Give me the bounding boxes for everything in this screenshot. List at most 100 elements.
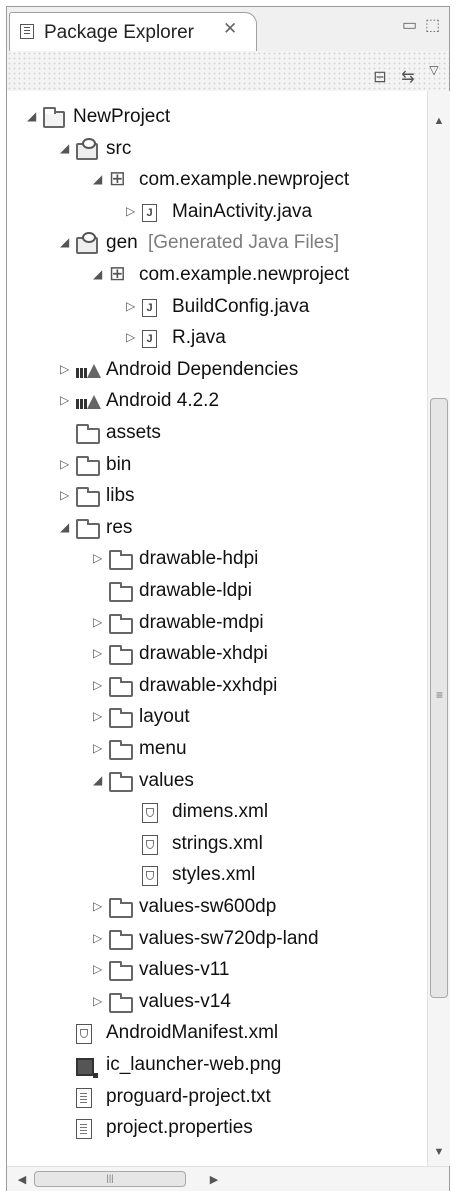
maximize-icon[interactable]: ⬚ — [425, 15, 440, 35]
tree-item[interactable]: ▷ bin — [7, 449, 427, 481]
tree-item[interactable]: ▷ values-v11 — [7, 954, 427, 986]
tab-package-explorer[interactable]: Package Explorer ✕ — [9, 12, 257, 51]
expand-twisty-icon[interactable]: ▷ — [60, 363, 70, 375]
java-file-icon: J — [142, 203, 157, 222]
tree-item[interactable]: ◢ ⊞ com.example.newproject — [7, 164, 427, 196]
horizontal-scrollbar[interactable]: ◀ ||| ▶ — [7, 1166, 449, 1191]
image-file-icon — [76, 1058, 98, 1078]
collapse-twisty-icon[interactable]: ◢ — [60, 236, 70, 248]
folder-icon — [109, 961, 133, 982]
tree-item[interactable]: ◢ src — [7, 133, 427, 165]
tree-item[interactable]: ▷ Android 4.2.2 — [7, 385, 427, 417]
expand-twisty-icon[interactable]: ▷ — [93, 742, 103, 754]
tree-item[interactable]: ▷ menu — [7, 733, 427, 765]
folder-icon — [76, 518, 100, 539]
expand-twisty-icon[interactable]: ▷ — [126, 205, 136, 217]
tree-item[interactable]: strings.xml — [7, 828, 427, 860]
source-folder-icon — [76, 232, 98, 255]
horizontal-scroll-thumb[interactable]: ||| — [34, 1171, 186, 1187]
tree-item[interactable]: ▷ J BuildConfig.java — [7, 291, 427, 323]
folder-icon — [109, 676, 133, 697]
tree-item-label: values-v14 — [139, 990, 231, 1012]
tree-item-label: assets — [106, 422, 161, 443]
tree-item[interactable]: ◢ gen [Generated Java Files] — [7, 227, 427, 259]
folder-icon — [109, 550, 133, 571]
tree-item-label: dimens.xml — [172, 801, 269, 823]
expand-twisty-icon[interactable]: ▷ — [93, 900, 103, 912]
vertical-scrollbar[interactable]: ▲ ≡ ▼ — [427, 91, 450, 1166]
tree-item-label: src — [106, 137, 132, 159]
expand-twisty-icon[interactable]: ▷ — [93, 552, 103, 564]
collapse-twisty-icon[interactable]: ◢ — [93, 173, 103, 185]
scroll-right-icon[interactable]: ▶ — [203, 1173, 225, 1186]
tree-item[interactable]: AndroidManifest.xml — [7, 1017, 427, 1049]
scroll-left-icon[interactable]: ◀ — [11, 1173, 33, 1186]
vertical-scroll-thumb[interactable]: ≡ — [430, 398, 448, 998]
tree-item[interactable]: ◢ NewProject — [7, 101, 427, 133]
tree-item[interactable]: ◢ res — [7, 512, 427, 544]
expand-twisty-icon[interactable]: ▷ — [93, 710, 103, 722]
tree-item[interactable]: ▷ drawable-xxhdpi — [7, 670, 427, 702]
view-toolbar: ⊟ ⇆ ▽ — [7, 51, 449, 91]
collapse-twisty-icon[interactable]: ◢ — [93, 268, 103, 280]
tree-item[interactable]: ▷ drawable-mdpi — [7, 607, 427, 639]
folder-icon — [109, 771, 133, 792]
expand-twisty-icon[interactable]: ▷ — [60, 458, 70, 470]
tree-item[interactable]: styles.xml — [7, 859, 427, 891]
tree-item-label: gen — [106, 232, 138, 254]
expand-twisty-icon[interactable]: ▷ — [60, 489, 70, 501]
expand-twisty-icon[interactable]: ▷ — [93, 647, 103, 659]
expand-twisty-icon[interactable]: ▷ — [126, 331, 136, 343]
tree-item-label: AndroidManifest.xml — [106, 1022, 279, 1044]
tree-item[interactable]: ◢ values — [7, 765, 427, 797]
scroll-up-icon[interactable]: ▲ — [428, 115, 450, 127]
tree-item[interactable]: assets — [7, 417, 427, 449]
tree-item[interactable]: ic_launcher-web.png — [7, 1049, 427, 1081]
tree-item[interactable]: ▷ values-sw600dp — [7, 891, 427, 923]
expand-twisty-icon[interactable]: ▷ — [126, 300, 136, 312]
tree-item[interactable]: drawable-ldpi — [7, 575, 427, 607]
tree-item[interactable]: ▷ values-v14 — [7, 986, 427, 1018]
folder-icon — [109, 898, 133, 918]
expand-twisty-icon[interactable]: ▷ — [60, 394, 70, 406]
tree-item[interactable]: ▷ Android Dependencies — [7, 354, 427, 386]
tree-item[interactable]: project.properties — [7, 1112, 427, 1144]
view-menu-icon[interactable]: ▽ — [425, 61, 443, 79]
collapse-all-icon[interactable]: ⊟ — [371, 69, 389, 87]
grip-icon: ≡ — [436, 688, 444, 702]
collapse-twisty-icon[interactable]: ◢ — [93, 774, 103, 786]
tree-item-label: drawable-xhdpi — [139, 643, 268, 665]
scroll-down-icon[interactable]: ▼ — [428, 1146, 450, 1158]
expand-twisty-icon[interactable]: ▷ — [93, 995, 103, 1007]
tree-item-decoration: [Generated Java Files] — [148, 232, 340, 254]
tree-item-label: com.example.newproject — [139, 264, 350, 285]
folder-icon — [109, 708, 133, 729]
tree-item[interactable]: ▷ drawable-hdpi — [7, 543, 427, 575]
folder-icon — [109, 740, 133, 760]
collapse-twisty-icon[interactable]: ◢ — [27, 110, 37, 122]
tree-item[interactable]: ▷ drawable-xhdpi — [7, 638, 427, 670]
minimize-icon[interactable]: ▭ — [402, 15, 417, 35]
tree-item-label: values — [139, 769, 194, 791]
close-icon[interactable]: ✕ — [223, 19, 237, 39]
tree-item[interactable]: ▷ J MainActivity.java — [7, 196, 427, 228]
expand-twisty-icon[interactable]: ▷ — [93, 932, 103, 944]
tree-item[interactable]: ▷ layout — [7, 701, 427, 733]
expand-twisty-icon[interactable]: ▷ — [93, 963, 103, 975]
tree-item[interactable]: proguard-project.txt — [7, 1081, 427, 1113]
tree-item-label: layout — [139, 706, 190, 728]
tree-item[interactable]: ▷ libs — [7, 480, 427, 512]
tree-item-label: MainActivity.java — [172, 200, 313, 222]
tree-item[interactable]: ◢ ⊞ com.example.newproject — [7, 259, 427, 291]
link-with-editor-icon[interactable]: ⇆ — [399, 69, 417, 87]
collapse-twisty-icon[interactable]: ◢ — [60, 142, 70, 154]
tree-item[interactable]: ▷ values-sw720dp-land — [7, 923, 427, 955]
tree-item[interactable]: dimens.xml — [7, 796, 427, 828]
tree-item[interactable]: ▷ J R.java — [7, 322, 427, 354]
tree-item-label: com.example.newproject — [139, 169, 350, 191]
expand-twisty-icon[interactable]: ▷ — [93, 679, 103, 691]
tree-item-label: drawable-xxhdpi — [139, 674, 278, 696]
expand-twisty-icon[interactable]: ▷ — [93, 616, 103, 628]
collapse-twisty-icon[interactable]: ◢ — [60, 521, 70, 533]
tree-item-label: proguard-project.txt — [106, 1085, 271, 1107]
